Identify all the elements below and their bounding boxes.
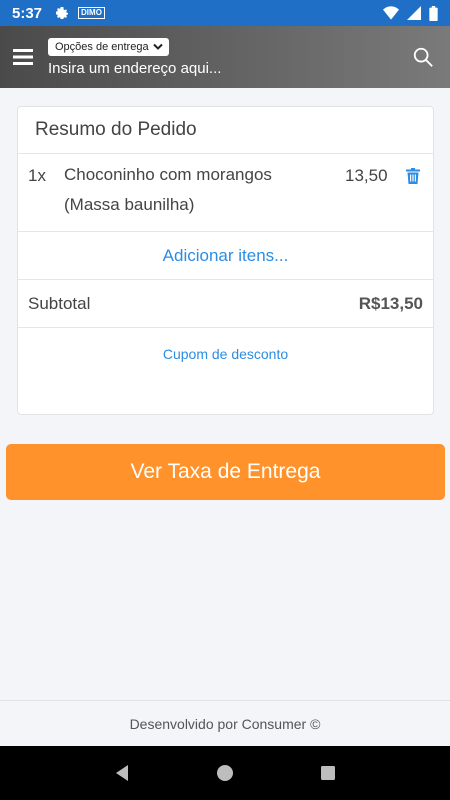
- delivery-options-select[interactable]: Opções de entrega: [48, 37, 169, 56]
- item-quantity: 1x: [28, 166, 46, 185]
- recents-icon[interactable]: [319, 764, 337, 782]
- trash-icon: [406, 168, 420, 184]
- add-items-link[interactable]: Adicionar itens...: [18, 232, 433, 280]
- order-summary-card: Resumo do Pedido 1x Choconinho com moran…: [17, 106, 434, 415]
- item-description: Choconinho com morangos (Massa baunilha): [64, 160, 345, 231]
- status-time: 5:37: [12, 4, 43, 22]
- signal-icon: [407, 6, 421, 20]
- home-icon[interactable]: [216, 764, 234, 782]
- order-item-row: 1x Choconinho com morangos (Massa baunil…: [18, 154, 433, 232]
- view-delivery-fee-button[interactable]: Ver Taxa de Entrega: [6, 444, 445, 500]
- status-bar: 5:37 DIMO: [0, 0, 450, 26]
- item-price: 13,50: [345, 166, 388, 185]
- chevron-down-icon: [152, 43, 163, 50]
- coupon-link[interactable]: Cupom de desconto: [18, 328, 433, 380]
- order-summary-title: Resumo do Pedido: [18, 107, 433, 154]
- footer: Desenvolvido por Consumer ©: [0, 700, 450, 746]
- delivery-options-label: Opções de entrega: [55, 40, 149, 53]
- address-input[interactable]: Insira um endereço aqui...: [48, 60, 396, 77]
- wifi-icon: [383, 6, 399, 20]
- subtotal-row: Subtotal R$13,50: [18, 280, 433, 328]
- search-icon: [413, 47, 433, 67]
- item-name: Choconinho com morangos: [64, 165, 272, 184]
- header-center: Opções de entrega Insira um endereço aqu…: [46, 37, 396, 77]
- hamburger-menu-icon: [13, 49, 33, 65]
- search-button[interactable]: [396, 26, 450, 88]
- footer-credit: Desenvolvido por Consumer ©: [129, 715, 321, 732]
- subtotal-value: R$13,50: [358, 293, 423, 313]
- app-notification-icon: DIMO: [78, 7, 105, 19]
- app-header: Opções de entrega Insira um endereço aqu…: [0, 26, 450, 88]
- subtotal-label: Subtotal: [28, 293, 91, 313]
- back-icon[interactable]: [113, 764, 131, 782]
- gear-icon: [56, 7, 69, 19]
- system-nav-bar: [0, 746, 450, 800]
- remove-item-button[interactable]: [403, 166, 423, 231]
- battery-icon: [429, 5, 438, 21]
- menu-button[interactable]: [0, 26, 46, 88]
- item-detail: (Massa baunilha): [64, 195, 195, 214]
